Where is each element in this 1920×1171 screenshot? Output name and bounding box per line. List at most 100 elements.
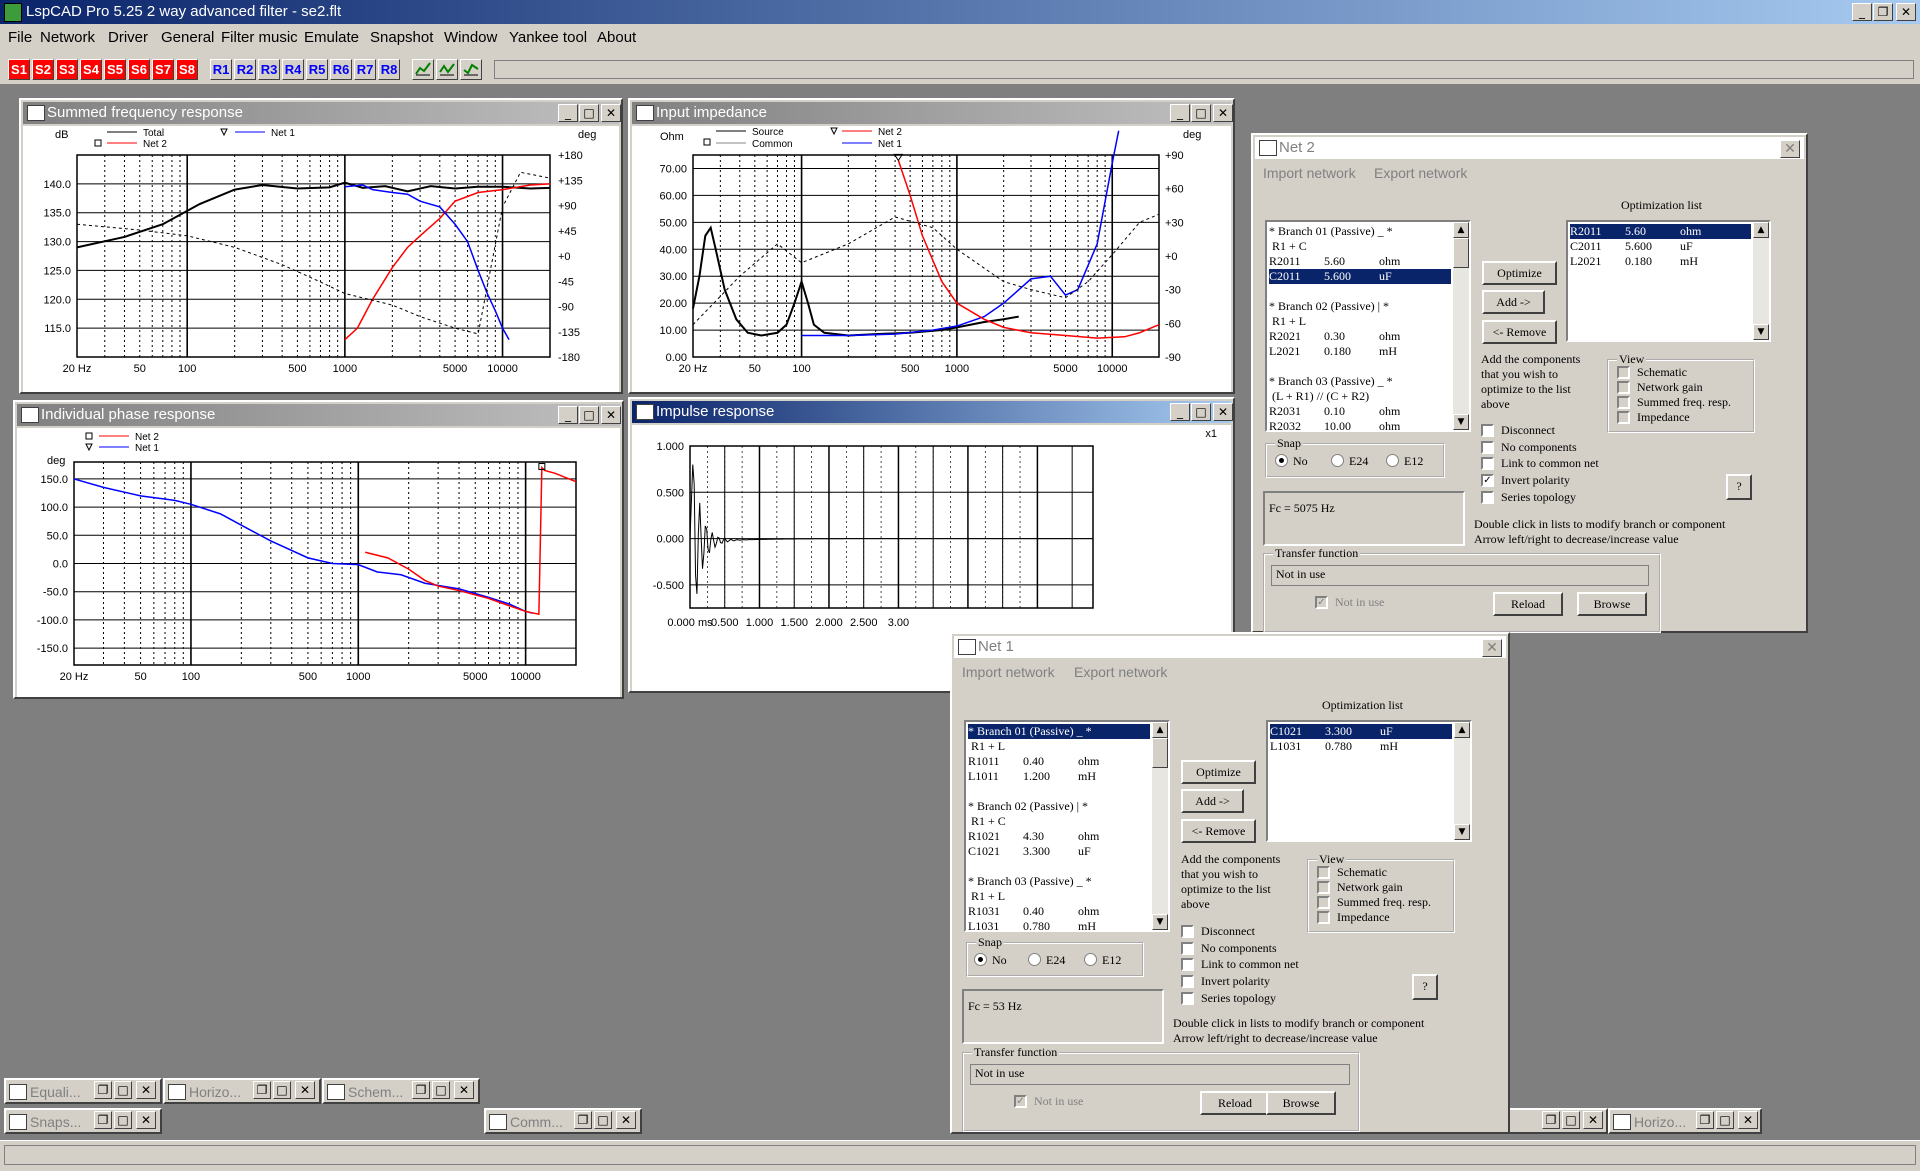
minimize-button[interactable]: _ (558, 406, 578, 424)
branch-list-row[interactable]: * Branch 03 (Passive) _ * (1269, 374, 1451, 389)
branch-list-row[interactable]: L1011 1.200 mH (968, 769, 1150, 784)
phase-response-titlebar[interactable]: Individual phase response _ □ ✕ (17, 404, 621, 426)
snap-e12-radio[interactable]: E12 (1386, 454, 1423, 469)
optimize-button[interactable]: Optimize (1482, 261, 1557, 285)
branch-list-row[interactable]: R1021 4.30 ohm (968, 829, 1150, 844)
menu-snapshot[interactable]: Snapshot (370, 29, 433, 46)
optimization-list-row[interactable]: R2011 5.60 ohm (1570, 224, 1751, 239)
close-button[interactable]: ✕ (601, 104, 621, 122)
chart-tool-1-icon[interactable] (412, 59, 434, 80)
maximize-button[interactable]: □ (579, 104, 599, 122)
maximize-button[interactable]: □ (273, 1081, 291, 1099)
snapshot-button-2[interactable]: S2 (32, 59, 54, 80)
add-button[interactable]: Add -> (1482, 290, 1545, 314)
snapshot-button-1[interactable]: S1 (8, 59, 30, 80)
snapshot-button-6[interactable]: S6 (128, 59, 150, 80)
minimized-equalizer[interactable]: Equali... ❐ □ ✕ (4, 1078, 162, 1104)
scroll-thumb[interactable] (1152, 738, 1168, 768)
branch-list-row[interactable] (968, 859, 1150, 874)
close-button[interactable]: ✕ (601, 406, 621, 424)
maximize-button[interactable]: □ (432, 1081, 450, 1099)
minimized-snapshot[interactable]: Snaps... ❐ □ ✕ (4, 1108, 162, 1134)
restore-button[interactable]: ❐ (412, 1081, 430, 1099)
optimization-list-scrollbar[interactable]: ▲ ▼ (1454, 722, 1470, 840)
browse-button[interactable]: Browse (1577, 592, 1647, 616)
snapshot-button-7[interactable]: S7 (152, 59, 174, 80)
close-button[interactable]: ✕ (136, 1081, 156, 1099)
minimized-horizontal[interactable]: Horizo... ❐ □ ✕ (163, 1078, 321, 1104)
close-button[interactable]: ✕ (1583, 1111, 1603, 1129)
scroll-up-icon[interactable]: ▲ (1753, 222, 1769, 238)
recall-button-2[interactable]: R2 (234, 59, 256, 80)
branch-list-row[interactable]: C2011 5.600 uF (1269, 269, 1451, 284)
export-network-link[interactable]: Export network (1074, 664, 1167, 680)
scroll-up-icon[interactable]: ▲ (1453, 222, 1469, 238)
transfer-function-field[interactable]: Not in use (970, 1064, 1350, 1085)
restore-button[interactable]: ❐ (94, 1081, 112, 1099)
summed-frequency-plot[interactable]: 140.0 135.0 130.0 125.0 120.0 115.0 +180 +135 +9… (23, 126, 619, 392)
optimization-list-row[interactable]: L1031 0.780 mH (1270, 739, 1452, 754)
scroll-down-icon[interactable]: ▼ (1152, 914, 1168, 930)
export-network-link[interactable]: Export network (1374, 165, 1467, 181)
snap-e24-radio[interactable]: E24 (1331, 454, 1368, 469)
branch-list-row[interactable]: R1 + C (968, 814, 1150, 829)
restore-button[interactable]: ❐ (1696, 1111, 1714, 1129)
restore-button[interactable]: ❐ (574, 1111, 592, 1129)
recall-button-5[interactable]: R5 (306, 59, 328, 80)
net2-titlebar[interactable]: Net 2 ✕ (1255, 137, 1804, 159)
branch-list-row[interactable]: R1 + L (968, 889, 1150, 904)
restore-button[interactable]: ❐ (1873, 3, 1893, 21)
recall-button-1[interactable]: R1 (210, 59, 232, 80)
snap-e12-radio[interactable]: E12 (1084, 953, 1121, 968)
menu-file[interactable]: File (8, 29, 32, 46)
minimized-horizontal-2[interactable]: Horizo... ❐ □ ✕ (1608, 1108, 1762, 1134)
scroll-down-icon[interactable]: ▼ (1753, 324, 1769, 340)
minimized-common[interactable]: Comm... ❐ □ ✕ (484, 1108, 642, 1134)
optimization-list-row[interactable]: L2021 0.180 mH (1570, 254, 1751, 269)
minimized-hidden-window[interactable]: ❐ □ ✕ (1508, 1108, 1608, 1134)
snap-no-radio[interactable]: No (974, 953, 1007, 968)
net1-titlebar[interactable]: Net 1 ✕ (954, 636, 1506, 658)
menu-driver[interactable]: Driver (108, 29, 148, 46)
branch-list-scrollbar[interactable]: ▲ ▼ (1152, 722, 1168, 930)
import-network-link[interactable]: Import network (1263, 165, 1356, 181)
recall-button-3[interactable]: R3 (258, 59, 280, 80)
branch-list-row[interactable]: R1031 0.40 ohm (968, 904, 1150, 919)
branch-list-row[interactable]: R1 + L (1269, 314, 1451, 329)
close-button[interactable]: ✕ (616, 1111, 636, 1129)
maximize-button[interactable]: □ (1191, 104, 1211, 122)
close-button[interactable]: ✕ (1896, 3, 1916, 21)
branch-list-scrollbar[interactable]: ▲ ▼ (1453, 222, 1469, 430)
scroll-down-icon[interactable]: ▼ (1453, 414, 1469, 430)
close-button[interactable]: ✕ (136, 1111, 156, 1129)
branch-list-row[interactable]: R1011 0.40 ohm (968, 754, 1150, 769)
maximize-button[interactable]: □ (579, 406, 599, 424)
maximize-button[interactable]: □ (114, 1081, 132, 1099)
browse-button[interactable]: Browse (1266, 1091, 1336, 1115)
menu-window[interactable]: Window (444, 29, 497, 46)
branch-list-row[interactable]: L1031 0.780 mH (968, 919, 1150, 930)
restore-button[interactable]: ❐ (94, 1111, 112, 1129)
minimize-button[interactable]: _ (558, 104, 578, 122)
snapshot-button-8[interactable]: S8 (176, 59, 198, 80)
menu-emulate[interactable]: Emulate (304, 29, 359, 46)
input-impedance-plot[interactable]: 70.00 60.00 50.00 40.00 30.00 20.00 10.00 0.00 +… (632, 126, 1231, 392)
scroll-up-icon[interactable]: ▲ (1152, 722, 1168, 738)
transfer-function-field[interactable]: Not in use (1271, 565, 1649, 586)
recall-button-6[interactable]: R6 (330, 59, 352, 80)
branch-list-row[interactable]: * Branch 02 (Passive) | * (1269, 299, 1451, 314)
app-icon[interactable] (4, 3, 22, 22)
minimize-button[interactable]: _ (1852, 3, 1872, 21)
reload-button[interactable]: Reload (1200, 1091, 1270, 1115)
add-button[interactable]: Add -> (1181, 789, 1244, 813)
minimize-button[interactable]: _ (1170, 104, 1190, 122)
optimize-button[interactable]: Optimize (1181, 760, 1256, 784)
snapshot-button-4[interactable]: S4 (80, 59, 102, 80)
snapshot-button-3[interactable]: S3 (56, 59, 78, 80)
branch-list-row[interactable]: * Branch 02 (Passive) | * (968, 799, 1150, 814)
branch-list-row[interactable] (1269, 359, 1451, 374)
impulse-response-titlebar[interactable]: Impulse response _ □ ✕ (632, 401, 1233, 423)
branch-list-row[interactable]: L2021 0.180 mH (1269, 344, 1451, 359)
scroll-down-icon[interactable]: ▼ (1454, 824, 1470, 840)
remove-button[interactable]: <- Remove (1181, 819, 1256, 843)
